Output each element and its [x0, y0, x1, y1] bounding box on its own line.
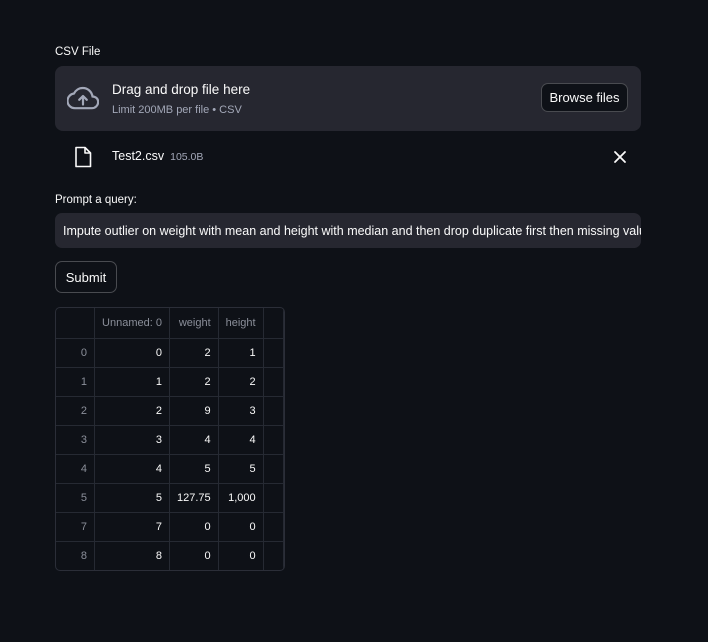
table-cell[interactable]: 5 — [218, 454, 264, 484]
table-header-row: Unnamed: 0 weight height — [56, 308, 284, 339]
empty-cell — [263, 512, 284, 542]
file-icon — [75, 146, 92, 168]
empty-cell — [263, 338, 284, 368]
table-cell[interactable]: 2 — [169, 367, 219, 397]
csv-file-label: CSV File — [55, 46, 101, 58]
empty-cell — [263, 454, 284, 484]
table-cell[interactable]: 2 — [169, 338, 219, 368]
table-cell[interactable]: 0 — [169, 541, 219, 570]
table-cell[interactable]: 0 — [94, 338, 170, 368]
table-cell[interactable]: 0 — [218, 512, 264, 542]
uploaded-file-row: Test2.csv 105.0B — [55, 140, 641, 174]
row-index: 1 — [56, 367, 96, 397]
table-cell[interactable]: 4 — [169, 425, 219, 455]
row-index: 2 — [56, 396, 96, 426]
table-row: 5 5 127.75 1,000 — [56, 483, 284, 513]
column-header[interactable]: Unnamed: 0 — [94, 308, 170, 339]
table-cell[interactable]: 9 — [169, 396, 219, 426]
row-index: 4 — [56, 454, 96, 484]
uploaded-file-name: Test2.csv — [112, 149, 165, 163]
row-index: 0 — [56, 338, 96, 368]
table-cell[interactable]: 1,000 — [218, 483, 264, 513]
table-row: 0 0 2 1 — [56, 338, 284, 368]
empty-cell — [263, 541, 284, 570]
file-dropzone[interactable]: Drag and drop file here Limit 200MB per … — [55, 66, 641, 131]
table-cell[interactable]: 8 — [94, 541, 170, 570]
row-index: 5 — [56, 483, 96, 513]
row-index: 3 — [56, 425, 96, 455]
table-cell[interactable]: 5 — [94, 483, 170, 513]
table-cell[interactable]: 5 — [169, 454, 219, 484]
table-row: 3 3 4 4 — [56, 425, 284, 455]
table-cell[interactable]: 3 — [218, 396, 264, 426]
empty-cell — [263, 396, 284, 426]
query-input[interactable]: Impute outlier on weight with mean and h… — [55, 213, 641, 248]
empty-cell — [263, 483, 284, 513]
submit-button[interactable]: Submit — [55, 261, 117, 293]
table-cell[interactable]: 2 — [94, 396, 170, 426]
row-index: 8 — [56, 541, 96, 570]
results-table: Unnamed: 0 weight height 0 0 2 1 1 1 2 2 — [55, 307, 285, 571]
column-header[interactable]: weight — [169, 308, 219, 339]
table-row: 8 8 0 0 — [56, 541, 284, 570]
table-cell[interactable]: 4 — [218, 425, 264, 455]
table-cell[interactable]: 2 — [218, 367, 264, 397]
table-cell[interactable]: 7 — [94, 512, 170, 542]
index-header — [56, 308, 96, 339]
table-cell[interactable]: 127.75 — [169, 483, 219, 513]
table-cell[interactable]: 0 — [169, 512, 219, 542]
table-cell[interactable]: 1 — [218, 338, 264, 368]
browse-files-button[interactable]: Browse files — [541, 83, 628, 112]
table-cell[interactable]: 1 — [94, 367, 170, 397]
table-cell[interactable]: 4 — [94, 454, 170, 484]
table-row: 2 2 9 3 — [56, 396, 284, 426]
close-icon[interactable] — [613, 150, 627, 164]
empty-cell — [263, 425, 284, 455]
table-row: 7 7 0 0 — [56, 512, 284, 542]
table-row: 4 4 5 5 — [56, 454, 284, 484]
row-index: 7 — [56, 512, 96, 542]
dropzone-limit-text: Limit 200MB per file • CSV — [112, 104, 242, 116]
empty-cell — [263, 367, 284, 397]
table-row: 1 1 2 2 — [56, 367, 284, 397]
empty-header — [263, 308, 284, 339]
table-cell[interactable]: 3 — [94, 425, 170, 455]
dropzone-title: Drag and drop file here — [112, 82, 251, 97]
column-header[interactable]: height — [218, 308, 264, 339]
cloud-upload-icon — [67, 86, 99, 110]
table-cell[interactable]: 0 — [218, 541, 264, 570]
uploaded-file-size: 105.0B — [170, 151, 204, 163]
prompt-label: Prompt a query: — [55, 194, 137, 206]
